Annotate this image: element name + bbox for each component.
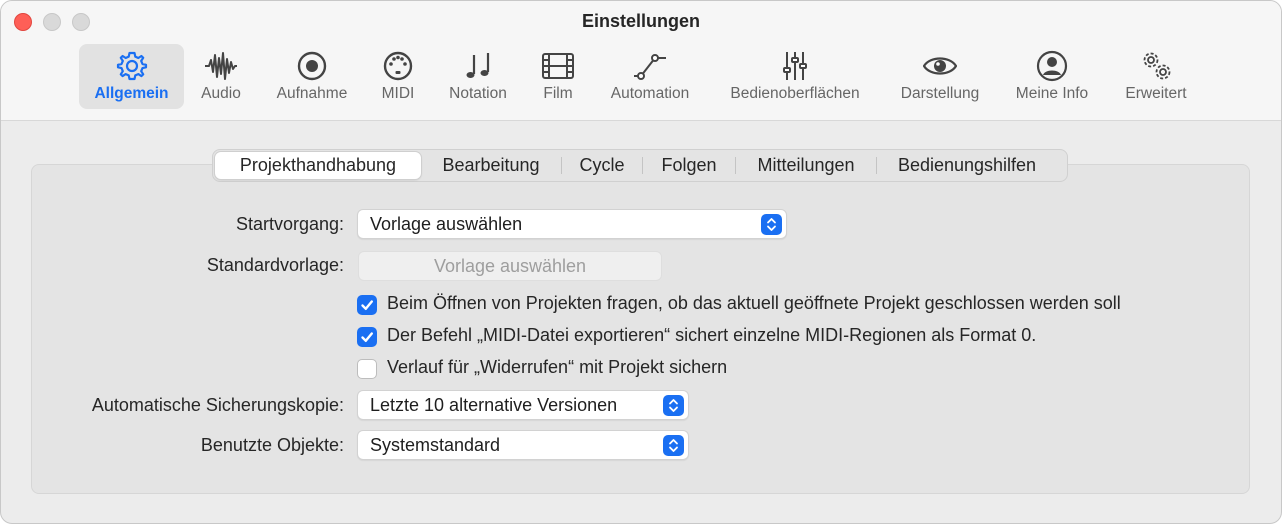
chevron-up-down-icon <box>663 395 684 416</box>
toolbar-item-label: Notation <box>449 85 507 102</box>
tab-folgen[interactable]: Folgen <box>643 152 735 179</box>
toolbar-item-allgemein[interactable]: Allgemein <box>79 44 184 109</box>
midi-export-format0-checkbox[interactable] <box>357 327 377 347</box>
autosave-value: Letzte 10 alternative Versionen <box>370 395 618 415</box>
automation-curve-icon <box>634 54 666 80</box>
film-icon <box>542 53 574 79</box>
sliders-icon <box>783 52 807 80</box>
checkmark-icon <box>361 332 373 342</box>
chevron-up-down-icon <box>663 435 684 456</box>
save-undo-history-checkbox[interactable] <box>357 359 377 379</box>
waveform-icon <box>205 52 237 80</box>
window-title: Einstellungen <box>581 11 700 31</box>
tab-projekthandhabung[interactable]: Projekthandhabung <box>215 152 421 179</box>
ask-close-project-checkbox[interactable] <box>357 295 377 315</box>
checkbox-label: Verlauf für „Widerrufen“ mit Projekt sic… <box>387 357 728 377</box>
record-icon <box>297 51 327 81</box>
default-template-label: Standardvorlage: <box>206 255 344 275</box>
tab-mitteilungen[interactable]: Mitteilungen <box>736 152 876 179</box>
person-icon <box>1036 50 1068 82</box>
autosave-popup[interactable]: Letzte 10 alternative Versionen <box>357 390 689 420</box>
preferences-window: Einstellungen Allgemein Audio Aufnahme M… <box>0 0 1282 524</box>
toolbar-item-label: MIDI <box>381 85 415 102</box>
checkbox-label: Der Befehl „MIDI-Datei exportieren“ sich… <box>387 325 1037 345</box>
gears-icon <box>1143 52 1171 80</box>
gear-icon <box>116 51 147 81</box>
toolbar-item-label: Bedienoberflächen <box>730 85 860 102</box>
toolbar-item-label: Meine Info <box>1015 85 1089 102</box>
tab-cycle[interactable]: Cycle <box>562 152 642 179</box>
toolbar-item-aufnahme[interactable]: Aufnahme <box>267 44 357 109</box>
tab-bearbeitung[interactable]: Bearbeitung <box>421 152 561 179</box>
toolbar-item-label: Audio <box>201 85 241 102</box>
used-objects-value: Systemstandard <box>370 435 501 455</box>
toolbar-item-bedienoberflaechen[interactable]: Bedienoberflächen <box>717 44 873 109</box>
tab-bar: Projekthandhabung Bearbeitung Cycle Folg… <box>212 149 1068 182</box>
toolbar-item-meine-info[interactable]: Meine Info <box>1007 44 1097 109</box>
eye-icon <box>923 57 957 75</box>
toolbar-item-label: Film <box>543 85 573 102</box>
used-objects-label: Benutzte Objekte: <box>200 435 344 455</box>
tab-bedienungshilfen[interactable]: Bedienungshilfen <box>877 152 1057 179</box>
music-notes-icon <box>466 53 490 78</box>
choose-template-button-label: Vorlage auswählen <box>433 256 587 276</box>
choose-template-button[interactable]: Vorlage auswählen <box>358 251 662 281</box>
toolbar-item-erweitert[interactable]: Erweitert <box>1113 44 1199 109</box>
toolbar-item-label: Aufnahme <box>276 85 348 102</box>
titlebar: Einstellungen Allgemein Audio Aufnahme M… <box>1 1 1281 121</box>
toolbar-item-notation[interactable]: Notation <box>441 44 515 109</box>
startup-label: Startvorgang: <box>235 214 344 234</box>
checkmark-icon <box>361 300 373 310</box>
toolbar-item-label: Erweitert <box>1125 85 1187 102</box>
autosave-label: Automatische Sicherungskopie: <box>91 395 344 415</box>
checkbox-label: Beim Öffnen von Projekten fragen, ob das… <box>387 293 1121 313</box>
toolbar-item-darstellung[interactable]: Darstellung <box>891 44 989 109</box>
startup-value: Vorlage auswählen <box>370 214 523 234</box>
toolbar-item-label: Darstellung <box>900 85 980 102</box>
midi-port-icon <box>383 51 413 81</box>
toolbar-item-label: Allgemein <box>94 85 169 102</box>
toolbar-item-automation[interactable]: Automation <box>601 44 699 109</box>
used-objects-popup[interactable]: Systemstandard <box>357 430 689 460</box>
toolbar-item-film[interactable]: Film <box>531 44 585 109</box>
chevron-up-down-icon <box>761 214 782 235</box>
startup-popup[interactable]: Vorlage auswählen <box>357 209 787 239</box>
toolbar-item-audio[interactable]: Audio <box>189 44 253 109</box>
toolbar-item-label: Automation <box>610 85 690 102</box>
toolbar-item-midi[interactable]: MIDI <box>373 44 423 109</box>
